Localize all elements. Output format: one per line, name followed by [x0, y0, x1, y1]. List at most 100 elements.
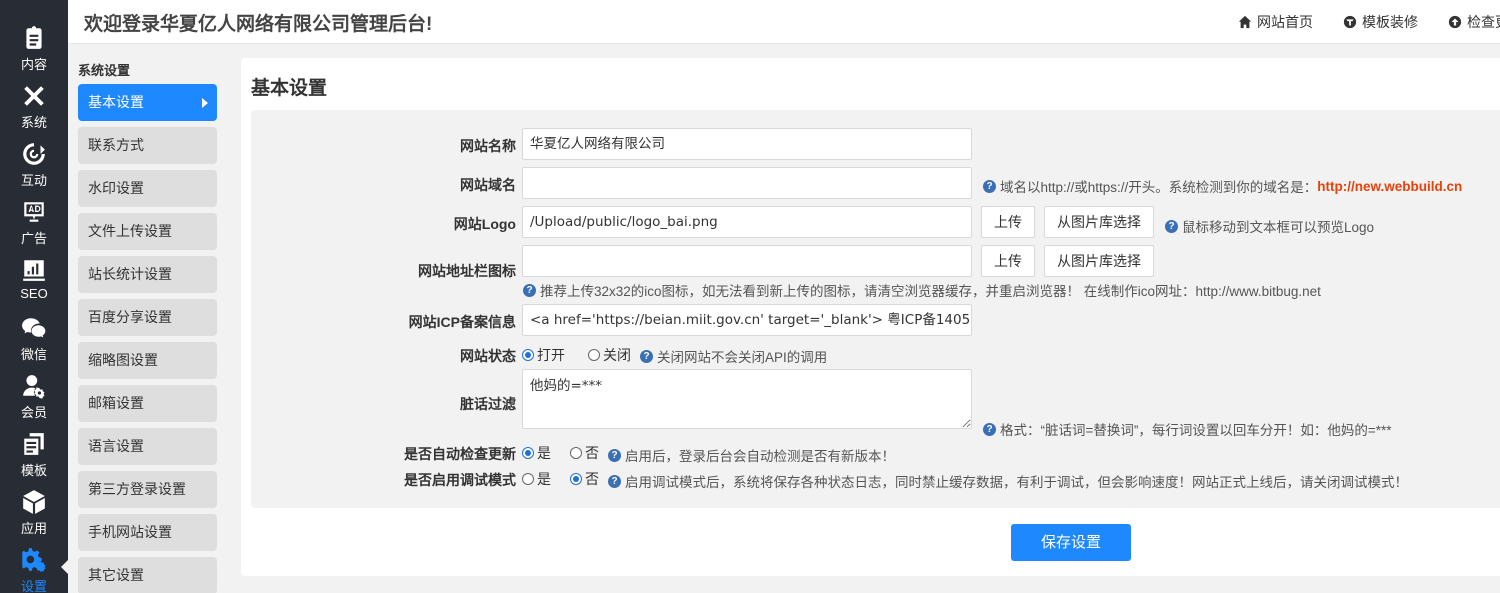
icp-input[interactable]: <a href='https://beian.miit.gov.cn' targ…: [522, 304, 972, 336]
subnav-item-upload[interactable]: 文件上传设置: [78, 213, 217, 250]
site-status-hint: ? 关闭网站不会关闭API的调用: [640, 346, 827, 366]
active-indicator: [61, 560, 68, 574]
subnav-item-contact[interactable]: 联系方式: [78, 127, 217, 164]
debug-yes-radio[interactable]: 是: [522, 469, 551, 489]
rail-item-interact[interactable]: 互动: [0, 141, 68, 199]
rail-item-label: 广告: [20, 231, 47, 246]
debug-no-radio[interactable]: 否: [570, 469, 599, 489]
ad-icon: [24, 202, 44, 222]
subnav-title: 系统设置: [78, 63, 131, 78]
auto-update-yes-radio[interactable]: 是: [522, 443, 551, 463]
debug-yes-label: 是: [537, 471, 551, 487]
site-status-label: 网站状态: [460, 348, 516, 364]
logo-upload-button[interactable]: 上传: [981, 206, 1035, 238]
word-filter-label: 脏话过滤: [460, 396, 516, 412]
auto-update-no-radio[interactable]: 否: [570, 443, 599, 463]
subnav-item-email[interactable]: 邮箱设置: [78, 385, 217, 422]
icp-label: 网站ICP备案信息: [408, 314, 516, 330]
auto-update-hint-text: 启用后，登录后台会自动检测是否有新版本！: [625, 449, 895, 464]
subnav-item-watermark[interactable]: 水印设置: [78, 170, 217, 207]
site-logo-hint: ? 鼠标移动到文本框可以预览Logo: [1165, 216, 1374, 236]
help-icon: ?: [523, 283, 536, 297]
help-icon: ?: [608, 474, 621, 488]
subnav-item-thumbnail[interactable]: 缩略图设置: [78, 342, 217, 379]
status-open-label: 打开: [537, 347, 565, 363]
rail-item-template[interactable]: 模板: [0, 431, 68, 489]
debug-mode-label: 是否启用调试模式: [404, 472, 516, 488]
subnav-item-third-party-login[interactable]: 第三方登录设置: [78, 471, 217, 508]
rail-item-seo[interactable]: SEO: [0, 257, 68, 315]
site-domain-label: 网站域名: [460, 177, 516, 193]
welcome-title: 欢迎登录华夏亿人网络有限公司管理后台!: [84, 14, 433, 35]
rail-item-member[interactable]: 会员: [0, 373, 68, 431]
settings-form: 网站名称 华夏亿人网络有限公司 网站域名 ? 域名以http://或https:…: [251, 110, 1500, 508]
subnav-item-basic[interactable]: 基本设置: [78, 84, 217, 121]
rail-item-ad[interactable]: 广告: [0, 199, 68, 257]
debug-no-label: 否: [585, 471, 599, 487]
top-header: 欢迎登录华夏亿人网络有限公司管理后台! 网站首页 模板装修 检查更: [68, 0, 1500, 44]
detected-domain: http://new.webbuild.cn: [1317, 178, 1463, 194]
rail-item-label: 微信: [20, 347, 47, 362]
radio-dot: [588, 349, 600, 361]
site-status-hint-text: 关闭网站不会关闭API的调用: [657, 350, 828, 365]
help-icon: ?: [983, 422, 996, 436]
subnav-item-language[interactable]: 语言设置: [78, 428, 217, 465]
member-icon: [23, 375, 45, 399]
main-nav-rail: 内容 系统 互动 广告 SEO 微信 会员 模板 应用 设置: [0, 0, 68, 593]
help-icon: ?: [983, 179, 996, 193]
site-name-input[interactable]: 华夏亿人网络有限公司: [522, 128, 972, 160]
rail-item-wechat[interactable]: 微信: [0, 315, 68, 373]
favicon-hint-text: 推荐上传32x32的ico图标，如无法看到新上传的图标，请清空浏览器缓存，并重启…: [540, 284, 1321, 299]
site-name-label: 网站名称: [460, 138, 516, 154]
subnav-item-other[interactable]: 其它设置: [78, 557, 217, 593]
interact-icon: [23, 143, 45, 165]
site-logo-label: 网站Logo: [453, 216, 516, 232]
rail-item-label: 会员: [20, 405, 47, 420]
rail-item-content[interactable]: 内容: [0, 25, 68, 83]
subnav-item-share[interactable]: 百度分享设置: [78, 299, 217, 336]
subnav-item-stats[interactable]: 站长统计设置: [78, 256, 217, 293]
word-filter-hint: ? 格式：“脏话词=替换词”，每行词设置以回车分开！如：他妈的=***: [983, 419, 1392, 439]
settings-subnav: 系统设置 基本设置 联系方式 水印设置 文件上传设置 站长统计设置 百度分享设置…: [68, 44, 230, 593]
auto-update-no-label: 否: [585, 445, 599, 461]
favicon-hint: ? 推荐上传32x32的ico图标，如无法看到新上传的图标，请清空浏览器缓存，并…: [523, 280, 1321, 300]
status-open-radio[interactable]: 打开: [522, 345, 565, 365]
radio-dot: [570, 473, 582, 485]
rail-item-label: 系统: [20, 115, 47, 130]
page-title: 基本设置: [251, 78, 328, 99]
upload-icon: [1448, 15, 1462, 29]
template-decor-link[interactable]: 模板装修: [1343, 12, 1418, 32]
check-update-link[interactable]: 检查更: [1448, 12, 1500, 32]
word-filter-textarea[interactable]: 他妈的=***: [522, 369, 972, 429]
rail-item-settings[interactable]: 设置: [0, 547, 68, 593]
site-logo-hint-text: 鼠标移动到文本框可以预览Logo: [1182, 220, 1375, 235]
rail-item-label: 设置: [20, 579, 47, 593]
chart-icon: [23, 260, 45, 281]
help-icon: ?: [640, 349, 653, 363]
radio-dot: [522, 473, 534, 485]
box-icon: [23, 490, 45, 514]
help-icon: ?: [608, 448, 621, 462]
rail-item-apps[interactable]: 应用: [0, 489, 68, 547]
status-closed-radio[interactable]: 关闭: [588, 345, 631, 365]
favicon-input[interactable]: [522, 245, 972, 277]
auto-update-hint: ? 启用后，登录后台会自动检测是否有新版本！: [608, 445, 895, 465]
radio-dot: [522, 349, 534, 361]
save-settings-button[interactable]: 保存设置: [1011, 524, 1131, 561]
radio-dot: [570, 447, 582, 459]
check-update-label: 检查更: [1467, 14, 1500, 30]
auto-update-yes-label: 是: [537, 445, 551, 461]
rail-item-system[interactable]: 系统: [0, 83, 68, 141]
site-logo-input[interactable]: /Upload/public/logo_bai.png: [522, 206, 972, 238]
site-domain-input[interactable]: [522, 167, 972, 199]
template-decor-label: 模板装修: [1362, 14, 1418, 30]
auto-update-label: 是否自动检查更新: [404, 446, 516, 462]
rail-item-label: 互动: [20, 173, 47, 188]
favicon-label: 网站地址栏图标: [418, 263, 516, 279]
tools-icon: [24, 86, 44, 106]
logo-library-button[interactable]: 从图片库选择: [1044, 206, 1154, 238]
site-home-link[interactable]: 网站首页: [1238, 12, 1313, 32]
subnav-item-mobile[interactable]: 手机网站设置: [78, 514, 217, 551]
favicon-upload-button[interactable]: 上传: [981, 245, 1035, 277]
favicon-library-button[interactable]: 从图片库选择: [1044, 245, 1154, 277]
